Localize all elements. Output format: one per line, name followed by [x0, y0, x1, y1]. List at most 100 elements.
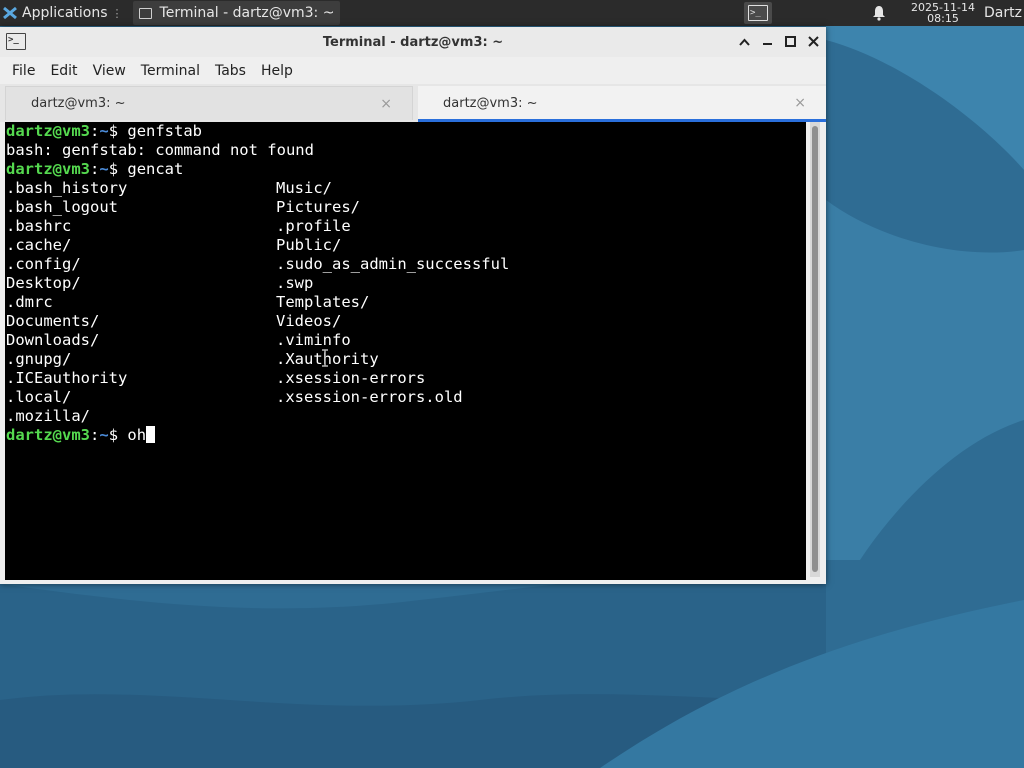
terminal-scrollbar[interactable] [810, 122, 820, 577]
applications-label: Applications [22, 5, 108, 21]
clock[interactable]: 2025-11-14 08:15 [908, 2, 978, 24]
prompt-path: ~ [99, 426, 109, 444]
terminal-cursor [146, 426, 156, 443]
terminal-output[interactable]: dartz@vm3:~$ genfstab bash: genfstab: com… [5, 122, 806, 580]
tab-2[interactable]: dartz@vm3: ~ × [418, 86, 826, 122]
listing-entry: .cache/ [6, 236, 72, 254]
listing-entry: Downloads/ [6, 331, 100, 349]
applications-menu-button[interactable]: Applications ⋮ [0, 0, 125, 26]
shell-prompt: dartz@vm3:~ [6, 426, 109, 444]
listing-entry: .profile [276, 217, 351, 235]
terminal-prompt-line: dartz@vm3:~$ gencat [5, 160, 806, 179]
maximize-button[interactable] [784, 33, 797, 50]
text-cursor-icon [322, 349, 328, 367]
window-title: Terminal - dartz@vm3: ~ [322, 34, 504, 50]
user-menu[interactable]: Dartz [984, 5, 1024, 21]
listing-row: Documents/Videos/ [5, 312, 806, 331]
clock-time: 08:15 [927, 12, 959, 25]
tab-1-label: dartz@vm3: ~ [31, 96, 126, 111]
taskbar-terminal-button[interactable]: Terminal - dartz@vm3: ~ [132, 1, 341, 25]
command-text: oh [127, 426, 147, 444]
minimize-button[interactable] [761, 33, 774, 50]
tab-1[interactable]: dartz@vm3: ~ × [5, 86, 413, 120]
tab-2-close-icon[interactable]: × [794, 95, 806, 111]
terminal-launcher-button[interactable]: >_ [744, 2, 772, 24]
listing-entry: Music/ [276, 179, 332, 197]
listing-entry: .mozilla/ [6, 407, 90, 425]
listing-row: Downloads/ .viminfo [5, 331, 806, 350]
shell-prompt: dartz@vm3:~ [6, 122, 109, 140]
prompt-user: dartz@vm3 [6, 122, 90, 140]
listing-row: .bash_logout Pictures/ [5, 198, 806, 217]
menu-view[interactable]: View [93, 63, 126, 79]
listing-entry: Public/ [276, 236, 342, 254]
listing-row: .config/ .sudo_as_admin_successful [5, 255, 806, 274]
listing-row: .mozilla/ [5, 407, 806, 426]
prompt-symbol: $ [108, 122, 128, 140]
scrollbar-thumb[interactable] [812, 126, 818, 572]
prompt-user: dartz@vm3 [6, 160, 90, 178]
menu-edit[interactable]: Edit [50, 63, 77, 79]
prompt-separator: : [90, 426, 100, 444]
listing-row: .bash_history Music/ [5, 179, 806, 198]
listing-row: .cache/Public/ [5, 236, 806, 255]
listing-entry: .viminfo [276, 331, 351, 349]
prompt-path: ~ [99, 122, 109, 140]
close-icon [808, 36, 819, 47]
terminal-icon [138, 7, 152, 19]
tab-bar: dartz@vm3: ~ × dartz@vm3: ~ × [0, 84, 826, 122]
listing-entry: Documents/ [6, 312, 100, 330]
prompt-separator: : [90, 122, 100, 140]
error-output-line: bash: genfstab: command not found [6, 141, 314, 159]
terminal-launcher-icon: >_ [748, 5, 768, 21]
maximize-up-button[interactable] [738, 33, 751, 50]
prompt-symbol: $ [108, 160, 128, 178]
chevron-up-icon [739, 38, 750, 46]
prompt-symbol: $ [108, 426, 128, 444]
maximize-icon [785, 36, 796, 47]
tab-1-close-icon[interactable]: × [380, 96, 392, 112]
menu-terminal[interactable]: Terminal [141, 63, 200, 79]
prompt-user: dartz@vm3 [6, 426, 90, 444]
terminal-window: >_ Terminal - dartz@vm3: ~ File Edit Vie… [0, 27, 826, 584]
listing-row: .bashrc .profile [5, 217, 806, 236]
terminal-prompt-line: dartz@vm3:~$ oh [5, 426, 806, 445]
command-text: gencat [127, 160, 184, 178]
listing-row: .local/ .xsession-errors.old [5, 388, 806, 407]
minimize-icon [763, 42, 772, 45]
menu-file[interactable]: File [12, 63, 35, 79]
listing-entry: .bash_history [6, 179, 128, 197]
listing-entry: .ICEauthority [6, 369, 128, 387]
listing-entry: .local/ [6, 388, 72, 406]
shell-prompt: dartz@vm3:~ [6, 160, 109, 178]
window-titlebar[interactable]: >_ Terminal - dartz@vm3: ~ [0, 27, 826, 57]
listing-entry: Desktop/ [6, 274, 81, 292]
xfce-logo-icon [3, 6, 17, 20]
tab-2-label: dartz@vm3: ~ [443, 95, 538, 111]
terminal-prompt-line: dartz@vm3:~$ genfstab [5, 122, 806, 141]
listing-row: .ICEauthority .xsession-errors [5, 369, 806, 388]
listing-entry: .bash_logout [6, 198, 118, 216]
listing-entry: .sudo_as_admin_successful [276, 255, 510, 273]
menu-help[interactable]: Help [261, 63, 293, 79]
listing-entry: Pictures/ [276, 198, 360, 216]
listing-entry: .bashrc [6, 217, 72, 235]
listing-entry: .swp [276, 274, 314, 292]
prompt-separator: : [90, 160, 100, 178]
listing-entry: .gnupg/ [6, 350, 72, 368]
taskbar-terminal-label: Terminal - dartz@vm3: ~ [159, 5, 335, 21]
menu-bar: File Edit View Terminal Tabs Help [0, 57, 826, 84]
prompt-path: ~ [99, 160, 109, 178]
window-controls [738, 33, 820, 50]
bell-icon[interactable] [872, 5, 886, 21]
listing-entry: .xsession-errors [276, 369, 426, 387]
close-button[interactable] [807, 33, 820, 50]
menu-tabs[interactable]: Tabs [215, 63, 246, 79]
listing-row: .gnupg/.Xauthority [5, 350, 806, 369]
listing-entry: Videos/ [276, 312, 342, 330]
listing-row: .dmrc Templates/ [5, 293, 806, 312]
listing-row: Desktop/ .swp [5, 274, 806, 293]
listing-entry: .xsession-errors.old [276, 388, 463, 406]
command-text: genfstab [127, 122, 203, 140]
listing-entry: .config/ [6, 255, 81, 273]
